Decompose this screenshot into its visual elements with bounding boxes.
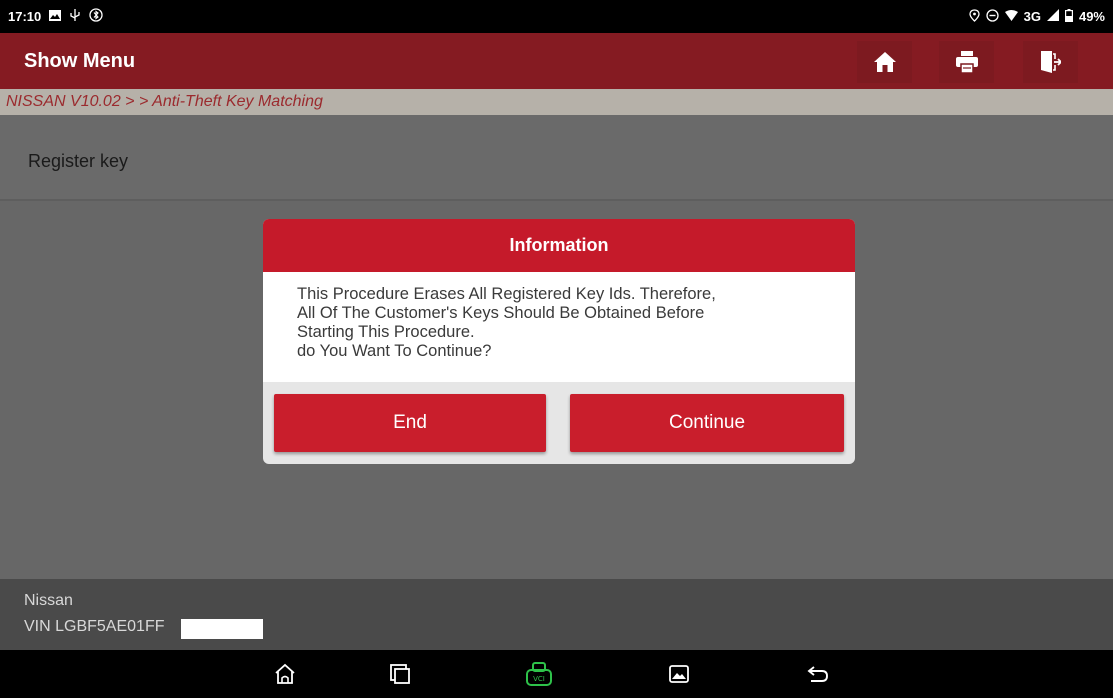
menu-item-register-key[interactable]: Register key	[0, 115, 1113, 201]
nav-home-button[interactable]	[272, 662, 298, 686]
vci-button[interactable]: VCI	[526, 662, 552, 686]
print-button[interactable]	[939, 41, 994, 83]
home-outline-icon	[275, 663, 295, 684]
system-navbar: VCI	[0, 650, 1113, 698]
printer-icon	[955, 51, 978, 73]
dialog-message-line: Starting This Procedure.	[297, 323, 475, 341]
vci-icon: VCI	[526, 662, 552, 686]
gallery-icon	[669, 665, 689, 683]
vehicle-vin: VIN LGBF5AE01FF	[24, 618, 165, 635]
exit-icon	[1040, 51, 1061, 73]
vin-redaction	[181, 619, 263, 639]
clock: 17:10	[8, 9, 42, 24]
nav-back-button[interactable]	[805, 662, 831, 686]
location-icon	[968, 8, 980, 25]
nav-gallery-button[interactable]	[666, 662, 692, 686]
image-notification-icon	[49, 9, 62, 24]
do-not-disturb-icon	[985, 8, 999, 25]
network-type: 3G	[1023, 9, 1041, 24]
svg-text:VCI: VCI	[533, 675, 545, 683]
back-icon	[807, 666, 828, 682]
dialog-title: Information	[263, 219, 855, 272]
end-button[interactable]: End	[274, 394, 546, 452]
dialog-message-line: This Procedure Erases All Registered Key…	[297, 285, 716, 303]
app-titlebar: Show Menu	[0, 33, 1113, 89]
menu-item-label: Register key	[28, 151, 129, 171]
recents-icon	[390, 664, 410, 684]
battery-level: 49%	[1078, 9, 1105, 24]
wifi-icon	[1004, 9, 1018, 24]
vehicle-info-footer: Nissan VIN LGBF5AE01FF	[0, 579, 1113, 650]
vehicle-make: Nissan	[24, 592, 73, 609]
dialog-message-line: All Of The Customer's Keys Should Be Obt…	[297, 304, 705, 322]
nav-recents-button[interactable]	[387, 662, 413, 686]
information-dialog: Information This Procedure Erases All Re…	[263, 219, 855, 464]
page-title: Show Menu	[24, 49, 136, 72]
status-bar: 17:10 3G 49%	[0, 0, 1113, 33]
continue-button[interactable]: Continue	[570, 394, 844, 452]
signal-icon	[1046, 9, 1059, 24]
exit-button[interactable]	[1023, 41, 1078, 83]
home-button[interactable]	[857, 41, 912, 83]
bluetooth-icon	[89, 8, 103, 25]
dialog-message: This Procedure Erases All Registered Key…	[263, 272, 855, 382]
dialog-message-line: do You Want To Continue?	[297, 342, 492, 360]
battery-icon	[1064, 8, 1073, 25]
home-icon	[873, 52, 896, 72]
usb-icon	[69, 9, 81, 24]
breadcrumb: NISSAN V10.02 > > Anti-Theft Key Matchin…	[0, 89, 1113, 115]
